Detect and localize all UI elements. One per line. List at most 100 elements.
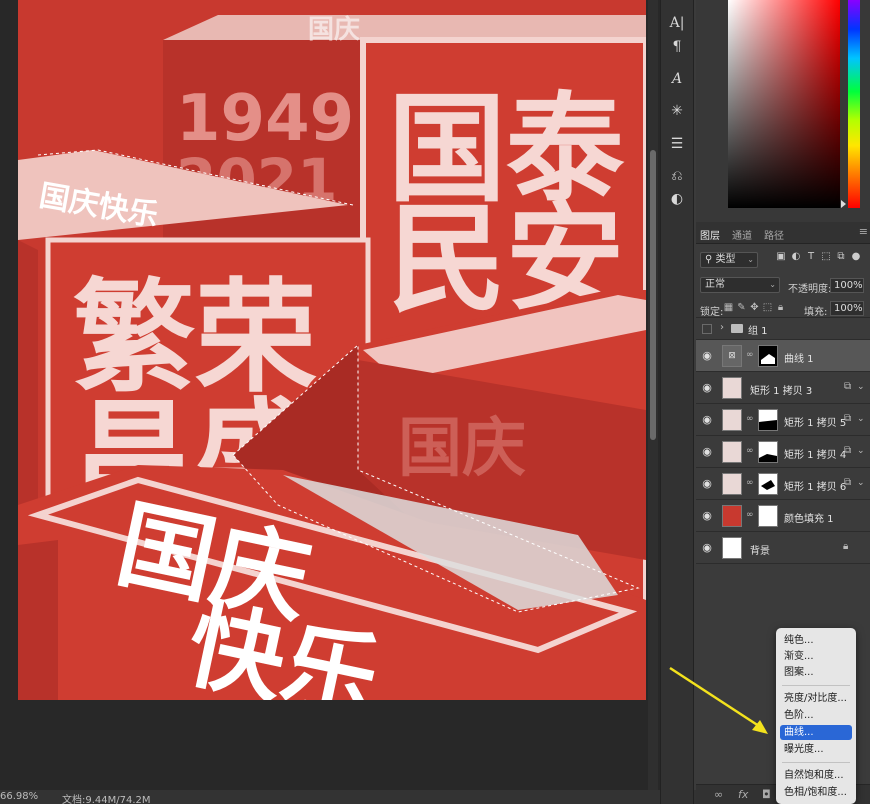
layer-name: 矩形 1 拷贝 4 [784, 450, 847, 461]
fx-icon[interactable]: fx [738, 788, 748, 801]
eye-icon[interactable]: ◉ [700, 413, 714, 427]
styles-icon[interactable]: ◐ [666, 188, 688, 210]
menu-item-gradient[interactable]: 渐变... [776, 649, 856, 664]
layer-row-color-fill[interactable]: ◉ ∞ 颜色填充 1 [696, 500, 870, 532]
lock-artboard-icon[interactable]: ⬚ [761, 302, 774, 313]
mask-shape-icon [761, 480, 775, 490]
layer-row-curves[interactable]: ◉ ⊠ ∞ 曲线 1 [696, 340, 870, 372]
eye-icon[interactable]: ◉ [700, 509, 714, 523]
lock-transparent-icon[interactable]: ▦ [722, 302, 735, 313]
character-icon[interactable]: A| [666, 12, 688, 34]
layer-mask-thumbnail[interactable] [758, 473, 778, 495]
eye-icon[interactable]: ◉ [700, 349, 714, 363]
layer-filter-row: ⚲ 类型 ⌄ ▣ ◐ T ⬚ ⧉ ● [696, 249, 870, 269]
filter-type-value: 类型 [715, 254, 736, 265]
hue-marker[interactable] [841, 200, 846, 208]
blend-mode-select[interactable]: 正常 ⌄ [700, 277, 780, 293]
filter-toggle-icon[interactable]: ● [849, 251, 863, 263]
link-icon[interactable]: ∞ [746, 510, 754, 520]
link-icon[interactable]: ∞ [746, 350, 754, 360]
layer-mask-thumbnail[interactable] [758, 409, 778, 431]
tab-channels[interactable]: 通道 [732, 227, 752, 242]
shape-filter-icon[interactable]: ⬚ [819, 251, 833, 263]
layer-mask-thumbnail[interactable] [758, 441, 778, 463]
box-mid-side-text: 国庆 [398, 412, 526, 486]
vertical-scroll-thumb[interactable] [650, 150, 656, 440]
menu-item-exposure[interactable]: 曝光度... [776, 742, 856, 757]
menu-item-curves[interactable]: 曲线... [780, 725, 852, 740]
layer-row-group[interactable]: › 组 1 [696, 318, 870, 340]
link-icon[interactable]: ∞ [746, 414, 754, 424]
saturation-value-field[interactable] [728, 0, 840, 208]
hue-slider[interactable] [848, 0, 860, 208]
eye-icon[interactable]: ◉ [700, 381, 714, 395]
fill-input[interactable]: 100% [830, 301, 864, 316]
mask-shape-icon [761, 354, 775, 364]
pixel-filter-icon[interactable]: ▣ [774, 251, 788, 263]
menu-separator [782, 762, 850, 763]
filter-type-select[interactable]: ⚲ 类型 ⌄ [700, 252, 758, 268]
canvas-area[interactable]: 1949 2021 国泰 民安 国庆 繁荣 昌盛 国庆快乐 国庆 国庆 快乐 [0, 0, 660, 801]
opacity-input[interactable]: 100% [830, 278, 864, 293]
layer-row-rect-copy-6[interactable]: ◉ ∞ 矩形 1 拷贝 6 ⧉ ⌄ [696, 468, 870, 500]
mask-shape-icon [759, 420, 777, 430]
lock-all-icon[interactable]: 🔒︎ [774, 302, 787, 313]
menu-item-levels[interactable]: 色阶... [776, 708, 856, 723]
layer-mask-thumbnail[interactable] [758, 505, 778, 527]
menu-separator [782, 685, 850, 686]
layer-mask-thumbnail[interactable] [758, 345, 778, 367]
brightness-icon[interactable]: ✳ [666, 100, 688, 122]
callout-arrow-icon [669, 666, 768, 734]
artwork-svg: 1949 2021 国泰 民安 国庆 繁荣 昌盛 国庆快乐 国庆 国庆 快乐 [18, 0, 646, 700]
visibility-toggle-empty[interactable] [702, 324, 712, 334]
layer-thumbnail [722, 473, 742, 495]
artboard[interactable]: 1949 2021 国泰 民安 国庆 繁荣 昌盛 国庆快乐 国庆 国庆 快乐 [18, 0, 646, 700]
box-front-side [18, 540, 58, 700]
menu-item-vibrance[interactable]: 自然饱和度... [776, 768, 856, 783]
link-icon[interactable]: ∞ [746, 478, 754, 488]
link-icon[interactable]: ∞ [746, 446, 754, 456]
glyphs-icon[interactable]: A [666, 68, 688, 90]
link-layers-icon[interactable]: ∞ [714, 788, 723, 801]
type-filter-icon[interactable]: T [804, 251, 818, 263]
layer-row-rect-copy-3[interactable]: ◉ 矩形 1 拷贝 3 ⧉ ⌄ [696, 372, 870, 404]
box-right-top [163, 15, 646, 40]
chevron-down-icon[interactable]: ⌄ [857, 446, 865, 456]
history-icon[interactable]: ⎌ [666, 165, 688, 187]
lock-move-icon[interactable]: ✥ [748, 302, 761, 313]
panel-tabs: 图层 通道 路径 ≡ [696, 222, 870, 244]
chevron-right-icon[interactable]: › [720, 322, 724, 333]
eye-icon[interactable]: ◉ [700, 541, 714, 555]
tab-layers[interactable]: 图层 [700, 227, 720, 242]
fill-color-swatch[interactable] [722, 505, 742, 527]
menu-item-pattern[interactable]: 图案... [776, 665, 856, 680]
folder-icon [731, 324, 743, 333]
eye-icon[interactable]: ◉ [700, 445, 714, 459]
vertical-scrollbar[interactable] [648, 0, 658, 790]
layer-row-rect-copy-5[interactable]: ◉ ∞ 矩形 1 拷贝 5 ⧉ ⌄ [696, 404, 870, 436]
add-mask-icon[interactable]: ◘ [762, 788, 771, 801]
zoom-level[interactable]: 66.98% [0, 791, 38, 802]
menu-item-brightness-contrast[interactable]: 亮度/对比度... [776, 691, 856, 706]
fill-label: 填充: [804, 307, 828, 318]
layer-name: 矩形 1 拷贝 5 [784, 418, 847, 429]
adjustments-icon[interactable]: ☰ [666, 133, 688, 155]
eye-icon[interactable]: ◉ [700, 477, 714, 491]
smart-filter-icon[interactable]: ⧉ [834, 251, 848, 263]
adjustment-filter-icon[interactable]: ◐ [789, 251, 803, 263]
menu-item-solid-color[interactable]: 纯色... [776, 633, 856, 648]
smart-object-icon: ⧉ [844, 413, 852, 424]
chevron-down-icon[interactable]: ⌄ [857, 478, 865, 488]
layer-name: 背景 [750, 546, 770, 557]
layer-row-background[interactable]: ◉ 背景 🔒︎ [696, 532, 870, 564]
chevron-down-icon[interactable]: ⌄ [857, 382, 865, 392]
panel-menu-icon[interactable]: ≡ [859, 225, 868, 238]
lock-paint-icon[interactable]: ✎ [735, 302, 748, 313]
document-info[interactable]: 文档:9.44M/74.2M [62, 791, 151, 804]
layer-list: › 组 1 ◉ ⊠ ∞ 曲线 1 ◉ 矩形 1 拷贝 3 ⧉ ⌄ ◉ ∞ 矩形 … [696, 318, 870, 578]
chevron-down-icon[interactable]: ⌄ [857, 414, 865, 424]
paragraph-icon[interactable]: ¶ [666, 36, 688, 58]
layer-row-rect-copy-4[interactable]: ◉ ∞ 矩形 1 拷贝 4 ⧉ ⌄ [696, 436, 870, 468]
menu-item-hue-saturation[interactable]: 色相/饱和度... [776, 785, 856, 800]
tab-paths[interactable]: 路径 [764, 227, 784, 242]
